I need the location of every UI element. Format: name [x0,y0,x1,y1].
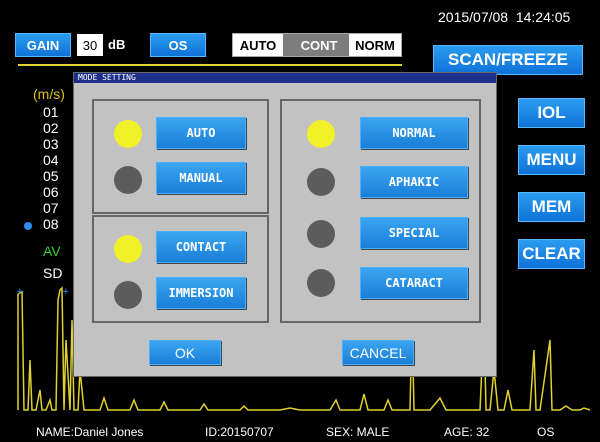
measurement-item[interactable]: 05 [43,168,59,184]
patient-id: ID:20150707 [205,425,274,439]
svg-text:+: + [62,287,70,297]
cataract-eye-button[interactable]: CATARACT [360,267,468,299]
radio-aphakic[interactable] [307,168,335,196]
special-eye-button[interactable]: SPECIAL [360,217,468,249]
contact-mode-button[interactable]: CONTACT [156,231,246,263]
mode-separator [283,34,293,56]
radio-cataract[interactable] [307,269,335,297]
gain-unit: dB [108,37,126,52]
header-divider [18,64,402,66]
patient-sex: SEX: MALE [326,425,390,439]
std-dev-label: SD [43,265,63,281]
measurement-item[interactable]: 01 [43,104,59,120]
measurement-list: 01 02 03 04 05 06 07 08 [43,104,59,232]
measurement-item[interactable]: 07 [43,200,59,216]
clear-button[interactable]: CLEAR [518,239,585,269]
velocity-unit-label: (m/s) [33,86,65,102]
measurement-item[interactable]: 03 [43,136,59,152]
manual-mode-button[interactable]: MANUAL [156,162,246,194]
patient-eye: OS [537,425,555,439]
mode-toggle-group: AUTO CONT NORM [232,33,402,57]
ultrasound-screen: 2015/07/08 14:24:05 GAIN 30 dB OS AUTO C… [0,0,600,442]
radio-manual[interactable] [114,166,142,194]
gain-button[interactable]: GAIN [15,33,71,57]
menu-button[interactable]: MENU [518,145,585,175]
aphakic-eye-button[interactable]: APHAKIC [360,166,468,198]
mode-norm-toggle[interactable]: NORM [349,34,401,56]
mode-auto-toggle[interactable]: AUTO [233,34,283,56]
radio-special[interactable] [307,220,335,248]
measurement-item[interactable]: 08 [43,216,59,232]
scan-freeze-button[interactable]: SCAN/FREEZE [433,45,583,75]
auto-mode-button[interactable]: AUTO [156,117,246,149]
mode-cont-toggle[interactable]: CONT [293,34,345,56]
patient-age: AGE: 32 [444,425,490,439]
mode-setting-dialog: MODE SETTING AUTO MANUAL CONTACT IMMERSI… [73,72,497,377]
measurement-item[interactable]: 06 [43,184,59,200]
patient-name: NAME:Daniel Jones [36,425,144,439]
ok-button[interactable]: OK [149,340,221,365]
immersion-mode-button[interactable]: IMMERSION [156,277,246,309]
radio-normal[interactable] [307,120,335,148]
radio-contact[interactable] [114,235,142,263]
radio-immersion[interactable] [114,281,142,309]
measurement-item[interactable]: 04 [43,152,59,168]
radio-auto[interactable] [114,120,142,148]
selected-measurement-dot [24,222,32,230]
mem-button[interactable]: MEM [518,192,585,222]
normal-eye-button[interactable]: NORMAL [360,117,468,149]
datetime: 2015/07/08 14:24:05 [438,9,571,25]
gain-value[interactable]: 30 [77,34,103,56]
iol-button[interactable]: IOL [518,98,585,128]
dialog-title: MODE SETTING [74,73,496,83]
measurement-item[interactable]: 02 [43,120,59,136]
average-label: AV [43,243,61,259]
svg-text:+: + [16,287,24,297]
eye-side-button[interactable]: OS [150,33,206,57]
cancel-button[interactable]: CANCEL [342,340,414,365]
